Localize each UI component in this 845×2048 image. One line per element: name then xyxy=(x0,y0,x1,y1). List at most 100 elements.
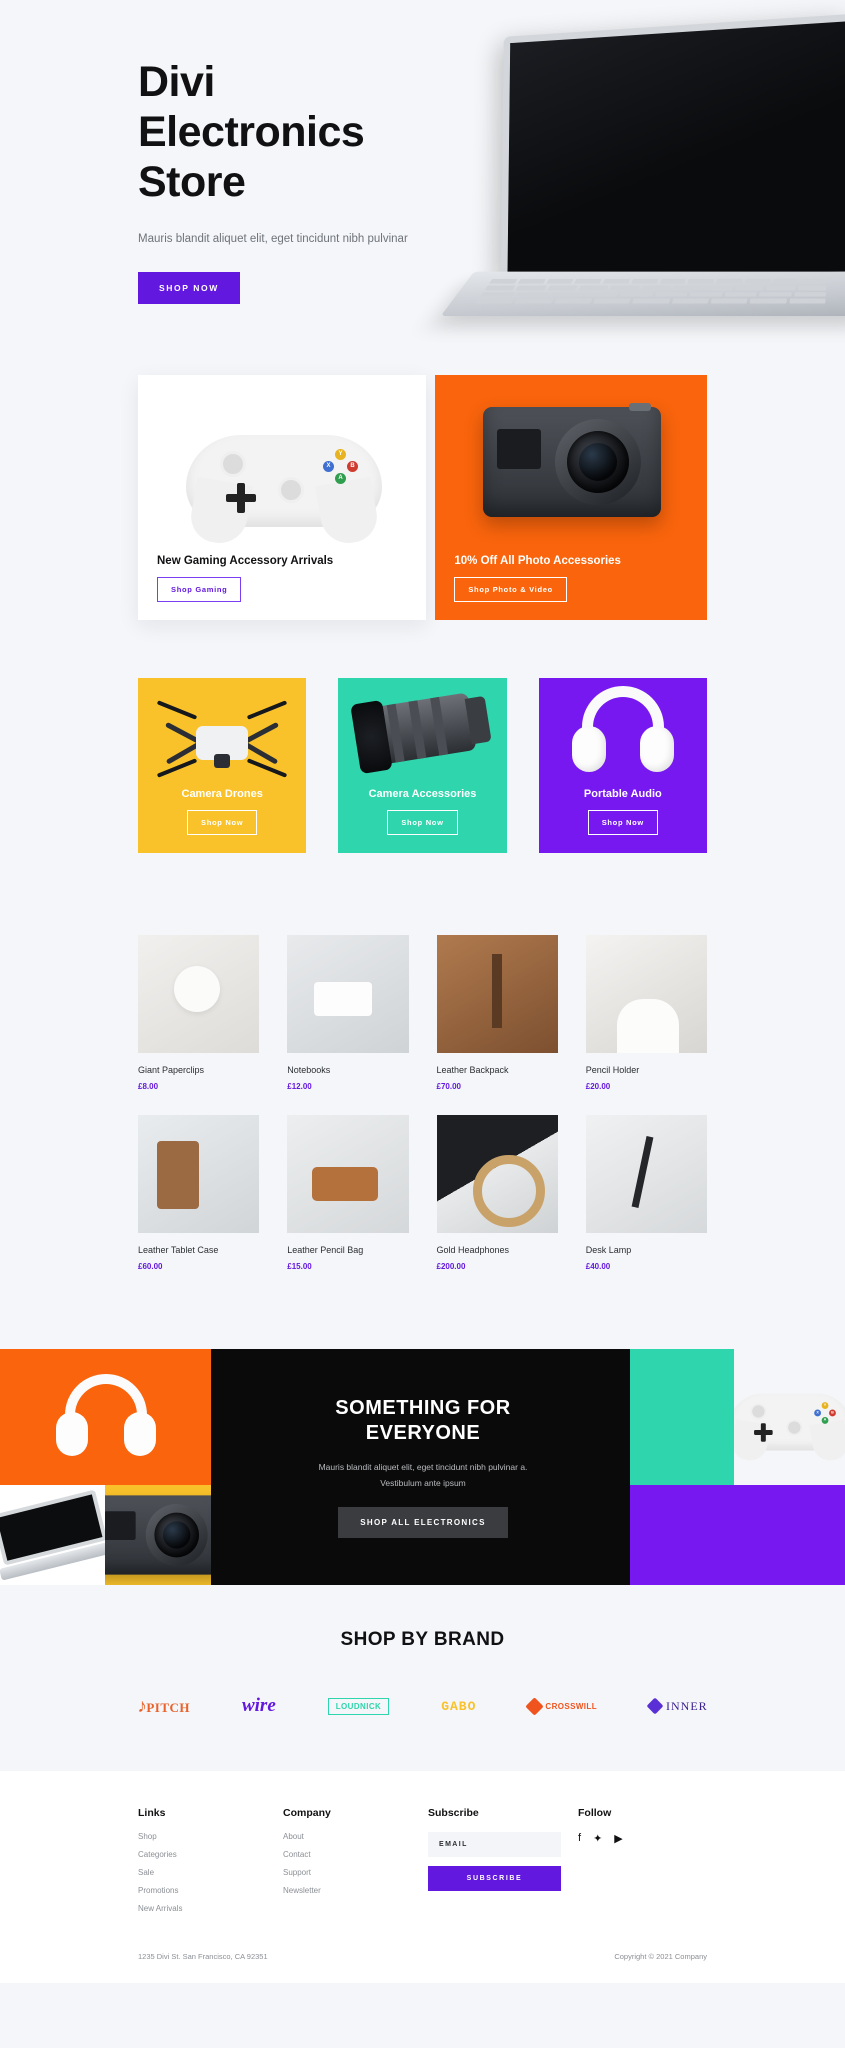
mosaic-tile-headphones[interactable] xyxy=(0,1349,211,1485)
promo-section: YXBA New Gaming Accessory Arrivals Shop … xyxy=(138,375,707,620)
product-card[interactable]: Notebooks £12.00 xyxy=(287,935,409,1091)
mosaic-tile-action-camera[interactable] xyxy=(105,1485,211,1585)
laptop-keyboard-icon xyxy=(469,277,830,307)
footer-link-sale[interactable]: Sale xyxy=(138,1868,283,1877)
footer-heading-company: Company xyxy=(283,1807,331,1819)
shop-now-button[interactable]: SHOP NOW xyxy=(138,272,240,305)
footer-link-shop[interactable]: Shop xyxy=(138,1832,283,1841)
gamepad-icon: YXBA xyxy=(734,1374,845,1464)
brand-logo-inner[interactable]: INNER xyxy=(646,1693,708,1719)
mosaic-tile-lens[interactable] xyxy=(630,1349,734,1485)
category-tile-portable-audio[interactable]: Portable Audio Shop Now xyxy=(538,678,707,853)
brand-label-wire: wire xyxy=(241,1695,276,1716)
promo-card-gaming[interactable]: YXBA New Gaming Accessory Arrivals Shop … xyxy=(138,375,427,620)
brand-logo-gabo[interactable]: GABO xyxy=(441,1693,476,1719)
product-card[interactable]: Leather Backpack £70.00 xyxy=(436,935,558,1091)
footer-heading-subscribe: Subscribe xyxy=(428,1807,479,1819)
hero-copy: Divi Electronics Store Mauris blandit al… xyxy=(138,58,448,305)
promo-gaming-text: New Gaming Accessory Arrivals Shop Gamin… xyxy=(157,555,333,602)
product-card[interactable]: Leather Tablet Case £60.00 xyxy=(138,1115,260,1271)
mosaic-subtitle: Mauris blandit aliquet elit, eget tincid… xyxy=(318,1461,528,1488)
promo-photo-text: 10% Off All Photo Accessories Shop Photo… xyxy=(454,555,621,602)
shop-photo-video-button[interactable]: Shop Photo & Video xyxy=(454,577,567,602)
brand-logo-crosswill[interactable]: CROSSWILL xyxy=(525,1693,597,1719)
product-price: £8.00 xyxy=(138,1082,159,1091)
product-card[interactable]: Desk Lamp £40.00 xyxy=(585,1115,707,1271)
footer-column-subscribe: Subscribe EMAIL SUBSCRIBE xyxy=(428,1807,578,1922)
footer-bottom-bar: 1235 Divi St. San Francisco, CA 92351 Co… xyxy=(138,1952,707,1983)
product-image-notebooks xyxy=(287,935,409,1053)
drone-icon xyxy=(156,692,288,784)
facebook-icon[interactable]: f xyxy=(578,1832,581,1845)
footer-heading-links: Links xyxy=(138,1807,166,1819)
headphones-icon xyxy=(568,686,678,778)
product-price: £20.00 xyxy=(585,1082,611,1091)
product-price: £70.00 xyxy=(436,1082,461,1091)
mosaic-title: SOMETHING FOR EVERYONE xyxy=(335,1396,511,1444)
category-tile-camera-drones[interactable]: Camera Drones Shop Now xyxy=(138,678,307,853)
footer-link-contact[interactable]: Contact xyxy=(283,1850,428,1859)
footer-link-new-arrivals[interactable]: New Arrivals xyxy=(138,1904,283,1913)
email-field[interactable]: EMAIL xyxy=(428,1832,561,1857)
footer-link-about[interactable]: About xyxy=(283,1832,428,1841)
brand-label-inner: INNER xyxy=(666,1698,708,1713)
mosaic-tile-laptop[interactable] xyxy=(0,1485,105,1585)
product-price: £200.00 xyxy=(436,1262,466,1271)
brand-logo-pitch[interactable]: ♪PITCH xyxy=(137,1693,190,1719)
mosaic-cta-panel: SOMETHING FOR EVERYONE Mauris blandit al… xyxy=(278,1349,568,1585)
footer-link-categories[interactable]: Categories xyxy=(138,1850,283,1859)
product-name: Leather Tablet Case xyxy=(138,1245,219,1255)
shop-gaming-button[interactable]: Shop Gaming xyxy=(157,577,242,602)
camera-lens-icon xyxy=(630,1382,734,1452)
brand-logo-wire[interactable]: wire xyxy=(242,1693,276,1719)
category-shop-now-audio[interactable]: Shop Now xyxy=(587,810,658,835)
category-tile-camera-accessories[interactable]: Camera Accessories Shop Now xyxy=(338,678,507,853)
product-price: £60.00 xyxy=(138,1262,163,1271)
shop-all-electronics-button[interactable]: SHOP ALL ELECTRONICS xyxy=(338,1507,508,1539)
footer-link-support[interactable]: Support xyxy=(283,1868,428,1877)
footer-heading-follow: Follow xyxy=(578,1807,612,1819)
category-shop-now-accessories[interactable]: Shop Now xyxy=(387,810,458,835)
footer-link-newsletter[interactable]: Newsletter xyxy=(283,1886,428,1895)
action-camera-icon xyxy=(483,403,662,517)
brand-label-loudnick: LOUDNICK xyxy=(327,1697,390,1715)
product-price: £40.00 xyxy=(585,1262,611,1271)
youtube-icon[interactable]: ▶ xyxy=(614,1832,622,1845)
footer-column-follow: Follow f ✦ ▶ xyxy=(578,1807,698,1922)
product-image-pencil-holder xyxy=(585,935,707,1053)
product-card[interactable]: Giant Paperclips £8.00 xyxy=(138,935,260,1091)
laptop-screen-icon xyxy=(500,13,845,280)
footer-link-promotions[interactable]: Promotions xyxy=(138,1886,283,1895)
product-card[interactable]: Pencil Holder £20.00 xyxy=(585,935,707,1091)
product-card[interactable]: Gold Headphones £200.00 xyxy=(436,1115,558,1271)
page-root: Divi Electronics Store Mauris blandit al… xyxy=(0,0,845,2048)
product-name: Giant Paperclips xyxy=(138,1065,205,1075)
mosaic-tile-gamepad[interactable]: YXBA xyxy=(734,1349,845,1485)
product-name: Pencil Holder xyxy=(585,1065,640,1075)
subscribe-button[interactable]: SUBSCRIBE xyxy=(428,1866,561,1891)
mosaic-section: YXBA SOMETHING FOR EVERYONE Mauris bland… xyxy=(0,1349,845,1585)
product-price: £15.00 xyxy=(287,1262,312,1271)
brands-section: SHOP BY BRAND ♪PITCH wire LOUDNICK GABO … xyxy=(0,1585,845,1771)
category-label-portable-audio: Portable Audio xyxy=(583,788,662,800)
product-name: Notebooks xyxy=(287,1065,331,1075)
promo-gaming-heading: New Gaming Accessory Arrivals xyxy=(157,555,334,567)
hero-title-line-1: Divi xyxy=(138,58,215,106)
product-card[interactable]: Leather Pencil Bag £15.00 xyxy=(287,1115,409,1271)
drone-icon xyxy=(688,1499,788,1571)
promo-card-photo[interactable]: 10% Off All Photo Accessories Shop Photo… xyxy=(435,375,707,620)
twitter-icon[interactable]: ✦ xyxy=(593,1832,602,1845)
headphones-icon xyxy=(53,1374,159,1460)
action-camera-icon xyxy=(105,1495,211,1575)
inner-diamond-icon xyxy=(646,1697,664,1715)
mosaic-tile-drone[interactable] xyxy=(630,1485,845,1585)
footer-column-company: Company About Contact Support Newsletter xyxy=(283,1807,428,1922)
category-shop-now-drones[interactable]: Shop Now xyxy=(187,810,258,835)
product-grid: Giant Paperclips £8.00 Notebooks £12.00 … xyxy=(138,935,707,1271)
product-name: Desk Lamp xyxy=(585,1245,632,1255)
brand-logo-loudnick[interactable]: LOUDNICK xyxy=(327,1693,390,1719)
brands-title: SHOP BY BRAND xyxy=(340,1629,505,1650)
product-name: Gold Headphones xyxy=(436,1245,510,1255)
brands-row: ♪PITCH wire LOUDNICK GABO CROSSWILL INNE… xyxy=(0,1693,845,1719)
hero-section: Divi Electronics Store Mauris blandit al… xyxy=(0,0,845,375)
